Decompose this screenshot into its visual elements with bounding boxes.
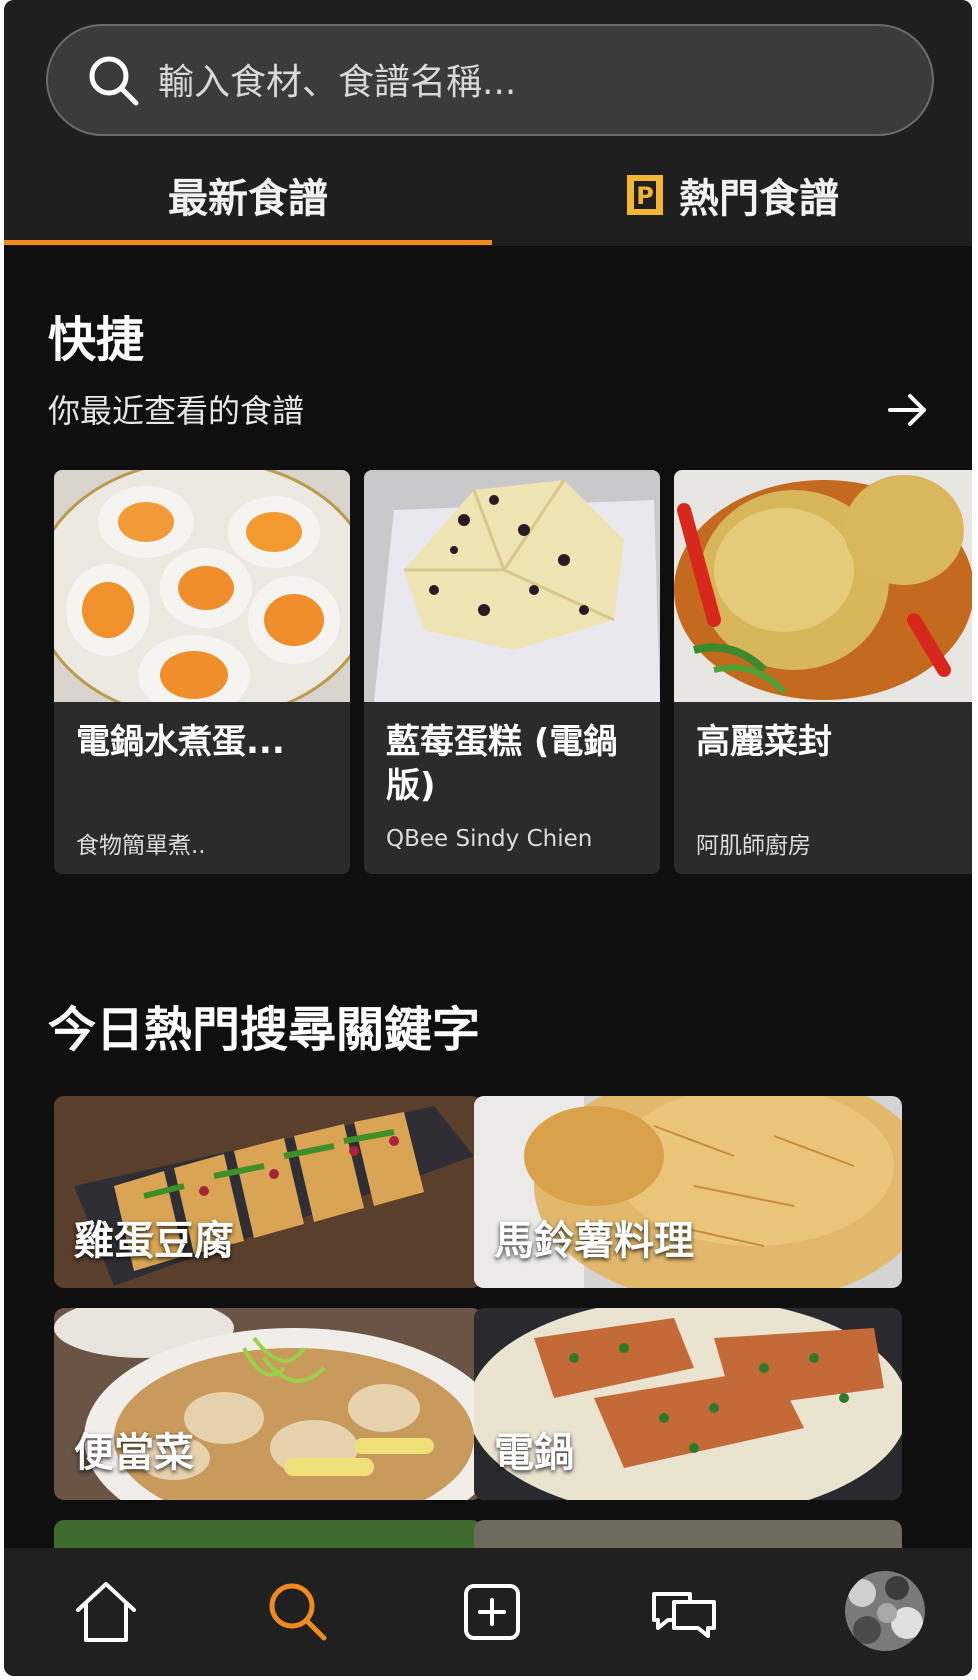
header: 最新食譜 P 熱門食譜: [4, 0, 972, 246]
recipe-card[interactable]: 電鍋水煮蛋... 食物簡單煮..: [54, 470, 350, 874]
search-icon[interactable]: [258, 1572, 338, 1652]
keyword-label: 電鍋: [494, 1430, 574, 1476]
search-icon: [89, 56, 139, 106]
arrow-right-icon[interactable]: [886, 390, 930, 430]
tab-latest-recipes[interactable]: 最新食譜: [4, 150, 492, 240]
keyword-tile[interactable]: 馬鈴薯料理: [474, 1096, 902, 1288]
svg-text:P: P: [636, 182, 654, 210]
avatar[interactable]: [842, 1568, 928, 1654]
home-icon[interactable]: [66, 1572, 146, 1652]
search-bar[interactable]: [46, 24, 934, 136]
recipe-card[interactable]: 高麗菜封 阿肌師廚房: [674, 470, 972, 874]
section-title-quick: 快捷: [48, 312, 145, 368]
recipe-card[interactable]: 藍莓蛋糕 (電鍋版) QBee Sindy Chien: [364, 470, 660, 874]
premium-icon: P: [627, 175, 663, 215]
keyword-tile[interactable]: 雞蛋豆腐: [54, 1096, 482, 1288]
recipe-title: 電鍋水煮蛋...: [76, 722, 285, 762]
recipe-image-cabbage: [674, 470, 972, 702]
tab-label: 最新食譜: [168, 176, 328, 222]
tab-popular-recipes[interactable]: P 熱門食譜: [492, 150, 972, 240]
keyword-tile[interactable]: 便當菜: [54, 1308, 482, 1500]
chat-icon[interactable]: [644, 1572, 724, 1652]
search-input[interactable]: [156, 46, 900, 118]
recipe-image-cake: [364, 470, 660, 702]
recipe-title: 藍莓蛋糕 (電鍋版): [386, 722, 618, 806]
keyword-label: 便當菜: [74, 1430, 194, 1476]
section-title-trending: 今日熱門搜尋關鍵字: [48, 1002, 481, 1058]
recipe-image-eggs: [54, 470, 350, 702]
tab-label: 熱門食譜: [679, 176, 839, 222]
app-screen: 最新食譜 P 熱門食譜 快捷 你最近查看的食譜: [4, 0, 972, 1676]
keyword-tile[interactable]: 電鍋: [474, 1308, 902, 1500]
recipe-author: 食物簡單煮..: [76, 833, 206, 859]
keyword-label: 馬鈴薯料理: [494, 1218, 694, 1264]
recipe-author: QBee Sindy Chien: [386, 826, 593, 852]
add-icon[interactable]: [452, 1572, 532, 1652]
active-tab-indicator: [4, 240, 492, 245]
recipe-author: 阿肌師廚房: [696, 833, 811, 859]
recipe-title: 高麗菜封: [696, 722, 832, 762]
recent-recipes-label: 你最近查看的食譜: [48, 392, 305, 430]
bottom-navigation: [4, 1548, 972, 1676]
keyword-label: 雞蛋豆腐: [74, 1218, 234, 1264]
